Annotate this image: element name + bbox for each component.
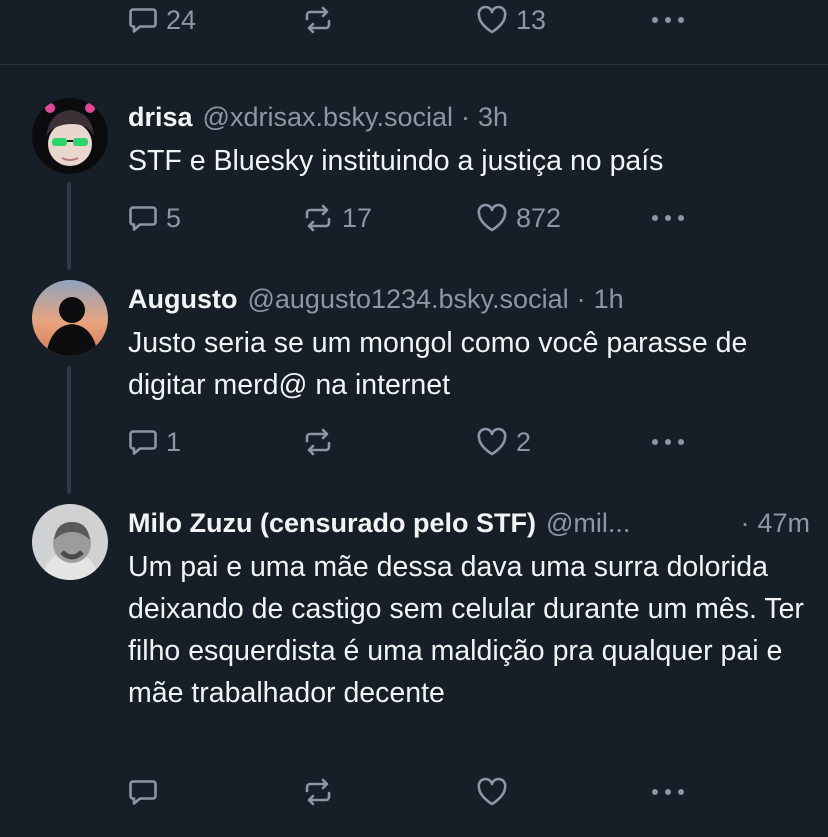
like-count: 2 xyxy=(516,426,532,457)
reply-count: 5 xyxy=(166,202,182,233)
separator: · xyxy=(576,283,586,314)
post-text: Justo seria se um mongol como você paras… xyxy=(128,327,748,401)
separator: · xyxy=(461,101,471,132)
repost-icon xyxy=(302,427,334,457)
author-handle[interactable]: @mil... xyxy=(546,508,630,539)
post-header: Augusto @augusto1234.bsky.social · 1h xyxy=(128,282,810,316)
reply-button[interactable]: 5 xyxy=(128,198,181,238)
reply-count: 24 xyxy=(166,4,197,35)
repost-count: 17 xyxy=(342,202,373,233)
heart-icon xyxy=(476,427,508,457)
avatar[interactable] xyxy=(32,280,108,356)
author-name[interactable]: Augusto xyxy=(128,284,237,315)
like-button[interactable]: 13 xyxy=(476,0,546,40)
reply-icon xyxy=(128,777,158,807)
repost-button[interactable] xyxy=(302,422,342,462)
avatar[interactable] xyxy=(32,98,108,174)
thread-line xyxy=(67,366,71,494)
repost-button[interactable] xyxy=(302,0,334,40)
divider xyxy=(0,64,828,65)
like-button[interactable]: 2 xyxy=(476,422,531,462)
reply-icon xyxy=(128,427,158,457)
repost-icon xyxy=(302,777,334,807)
post-actions xyxy=(128,772,808,812)
post-text: Um pai e uma mãe dessa dava uma surra do… xyxy=(128,551,804,709)
reply-icon xyxy=(128,5,158,35)
more-icon xyxy=(650,437,686,447)
like-count: 13 xyxy=(516,4,547,35)
repost-icon xyxy=(302,5,334,35)
heart-icon xyxy=(476,203,508,233)
post-text: STF e Bluesky instituindo a justiça no p… xyxy=(128,145,664,177)
reply-button[interactable]: 1 xyxy=(128,422,181,462)
post-actions: 5 17 872 xyxy=(128,198,808,238)
thread-view: 24 13 drisa @xdrisax.bsky.social · 3h ST… xyxy=(0,0,828,837)
more-button[interactable] xyxy=(650,422,686,462)
like-button[interactable] xyxy=(476,772,516,812)
reply-icon xyxy=(128,203,158,233)
more-button[interactable] xyxy=(650,0,686,40)
repost-icon xyxy=(302,203,334,233)
previous-post-actions: 24 13 xyxy=(128,0,808,40)
thread-line xyxy=(67,182,71,270)
author-name[interactable]: Milo Zuzu (censurado pelo STF) xyxy=(128,508,536,539)
post-actions: 1 2 xyxy=(128,422,808,462)
post-header: Milo Zuzu (censurado pelo STF) @mil... ·… xyxy=(128,506,810,540)
repost-button[interactable] xyxy=(302,772,342,812)
timestamp[interactable]: 47m xyxy=(757,508,810,539)
repost-button[interactable]: 17 xyxy=(302,198,372,238)
more-icon xyxy=(650,787,686,797)
author-name[interactable]: drisa xyxy=(128,102,193,133)
more-button[interactable] xyxy=(650,198,686,238)
reply-count: 1 xyxy=(166,426,182,457)
reply-button[interactable]: 24 xyxy=(128,0,196,40)
reply-button[interactable] xyxy=(128,772,166,812)
like-count: 872 xyxy=(516,202,562,233)
more-button[interactable] xyxy=(650,772,686,812)
author-handle[interactable]: @xdrisax.bsky.social xyxy=(203,102,453,133)
more-icon xyxy=(650,15,686,25)
avatar[interactable] xyxy=(32,504,108,580)
timestamp[interactable]: 1h xyxy=(594,284,624,315)
more-icon xyxy=(650,213,686,223)
heart-icon xyxy=(476,5,508,35)
separator: · xyxy=(740,507,750,538)
post-header: drisa @xdrisax.bsky.social · 3h xyxy=(128,100,810,134)
author-handle[interactable]: @augusto1234.bsky.social xyxy=(247,284,568,315)
timestamp[interactable]: 3h xyxy=(478,102,508,133)
heart-icon xyxy=(476,777,508,807)
like-button[interactable]: 872 xyxy=(476,198,561,238)
